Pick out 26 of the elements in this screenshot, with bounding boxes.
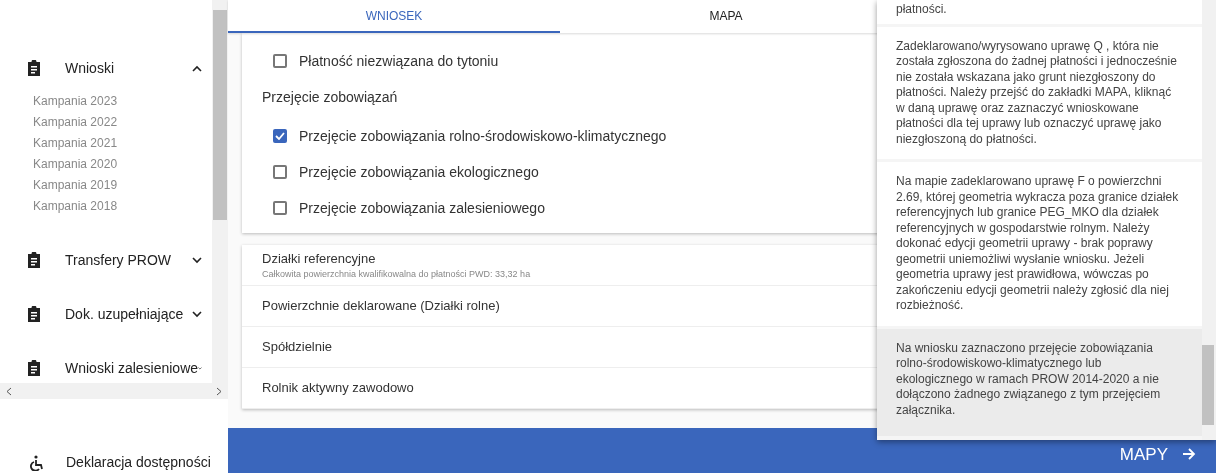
campaign-link[interactable]: Kampania 2018 xyxy=(33,196,118,217)
row-subtitle: Całkowita powierzchnia kwalifikowalna do płatności PWD: 33,32 ha xyxy=(262,268,531,281)
checkbox-label[interactable]: Płatność niezwiązana do tytoniu xyxy=(299,50,499,72)
campaign-link[interactable]: Kampania 2021 xyxy=(33,133,118,154)
row-title: Działki referencyjne xyxy=(262,249,376,268)
row-title: Powierzchnie deklarowane (Działki rolne) xyxy=(262,297,500,316)
message-item[interactable]: Na mapie zadeklarowano uprawę F o powierzchni 2.69, której geometria wykracza poza granice działek referencyjnych lub granice PEG_MKO dla działek referencyjnych w gospodarstwie rolnym. Należy dokonać edycji geometrii uprawy - brak poprawy geometrii uniemożliwi wysłanie wniosku. Jeżeli geometria uprawy jest prawidłowa, wówczas po zakończeniu edycji geometrii należy zgłosić dla niej rozbieżność. xyxy=(877,162,1202,326)
campaign-link[interactable]: Kampania 2019 xyxy=(33,175,118,196)
campaign-link[interactable]: Kampania 2023 xyxy=(33,91,118,112)
checkbox-label[interactable]: Przejęcie zobowiązania rolno-środowiskowo-klimatycznego xyxy=(299,125,667,147)
campaign-link[interactable]: Kampania 2022 xyxy=(33,112,118,133)
row-title: Rolnik aktywny zawodowo xyxy=(262,379,414,398)
campaign-link[interactable]: Kampania 2020 xyxy=(33,154,118,175)
message-item[interactable]: płatności. xyxy=(877,0,1202,24)
checkbox-label[interactable]: Przejęcie zobowiązania zalesieniowego xyxy=(299,197,545,219)
sidebar-item[interactable]: Wnioski xyxy=(0,55,212,81)
sidebar-item[interactable]: Dok. uzupełniające xyxy=(0,301,212,327)
section-heading: Przejęcie zobowiązań xyxy=(262,88,398,107)
sidebar-item[interactable]: Wnioski zalesieniowe xyxy=(0,355,212,381)
accessibility-link[interactable]: Deklaracja dostępności xyxy=(0,452,228,473)
checkbox-label[interactable]: Przejęcie zobowiązania ekologicznego xyxy=(299,161,539,183)
message-item[interactable]: Na wniosku zaznaczono przejęcie zobowiązania rolno-środowiskowo-klimatycznego lub ekologicznego w ramach PROW 2014-2020 a nie dołączono żadnego związanego z tym przejęciem załącznika. xyxy=(877,328,1202,436)
go-to-map-button[interactable]: MAPY xyxy=(1119,441,1196,467)
message-item[interactable]: Zadeklarowano/wyrysowano uprawę Q , która nie została zgłoszona do żadnej płatności i jednocześnie nie została wskazana jako grunt niezgłoszony do płatności. Należy przejść do zakładki MAPA, kliknąć w daną uprawę oraz zaznaczyć wnioskowane płatności dla tej uprawy lub oznaczyć uprawę jako niezgłoszoną do płatności. xyxy=(877,26,1202,159)
sidebar-item[interactable]: Transfery PROW xyxy=(0,247,212,273)
row-title: Spółdzielnie xyxy=(262,338,333,357)
